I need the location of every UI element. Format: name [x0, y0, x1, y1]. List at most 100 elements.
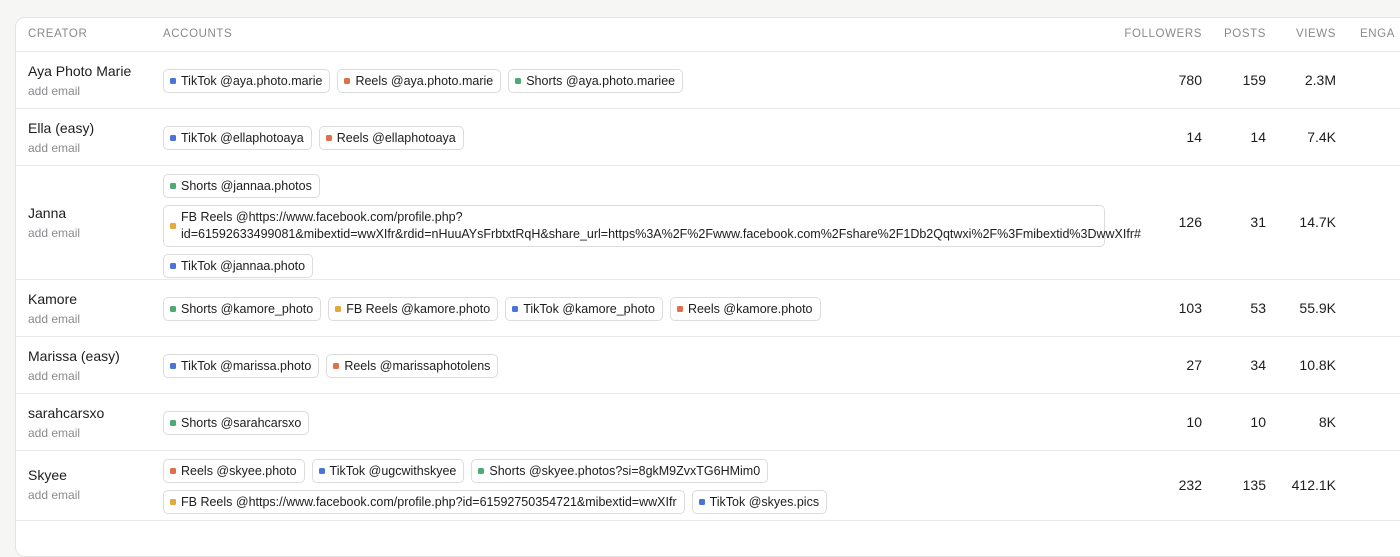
add-email-link[interactable]: add email: [28, 312, 80, 326]
views-value: 7.4K: [1307, 129, 1336, 145]
account-pill-tiktok[interactable]: TikTok @skyes.pics: [691, 490, 828, 514]
add-email-link[interactable]: add email: [28, 369, 120, 383]
followers-value: 103: [1178, 300, 1202, 316]
fbreels-platform-icon: [335, 306, 342, 312]
account-pill-fbreels[interactable]: FB Reels @kamore.photo: [328, 297, 499, 321]
posts-value: 14: [1250, 129, 1266, 145]
followers-value: 27: [1186, 357, 1202, 373]
creator-cell: Janna add email: [28, 205, 80, 240]
table-row[interactable]: Skyee add email Reels @skyee.photo TikTok @…: [16, 451, 1400, 521]
account-pill-shorts[interactable]: Shorts @sarahcarsxo: [163, 411, 310, 435]
posts-value: 31: [1250, 214, 1266, 230]
account-pill-reels[interactable]: Reels @marissaphotolens: [326, 354, 499, 378]
account-label: Reels @kamore.photo: [687, 302, 813, 316]
add-email-link[interactable]: add email: [28, 426, 104, 440]
account-pill-tiktok[interactable]: TikTok @jannaa.photo: [163, 254, 314, 278]
account-label: TikTok @marissa.photo: [181, 359, 312, 373]
table-header: CREATOR ACCOUNTS FOLLOWERS POSTS VIEWS E…: [16, 18, 1400, 52]
account-label: Shorts @jannaa.photos: [181, 179, 312, 193]
creator-cell: Marissa (easy) add email: [28, 348, 120, 383]
creator-name[interactable]: Kamore: [28, 291, 80, 307]
account-label: TikTok @ellaphotoaya: [181, 131, 304, 145]
views-value: 2.3M: [1304, 72, 1336, 88]
add-email-link[interactable]: add email: [28, 226, 80, 240]
column-header-followers[interactable]: FOLLOWERS: [1116, 28, 1202, 40]
table-row[interactable]: Marissa (easy) add email TikTok @marissa.p…: [16, 337, 1400, 394]
account-pill-fbreels[interactable]: FB Reels @https://www.facebook.com/profi…: [163, 205, 1141, 247]
account-pill-shorts[interactable]: Shorts @jannaa.photos: [163, 174, 320, 198]
creator-name[interactable]: Aya Photo Marie: [28, 63, 131, 79]
account-label: Reels @skyee.photo: [181, 464, 297, 478]
creator-name[interactable]: Ella (easy): [28, 120, 94, 136]
creator-cell: Kamore add email: [28, 291, 80, 326]
account-label: FB Reels @https://www.facebook.com/profi…: [181, 495, 677, 509]
column-header-creator[interactable]: CREATOR: [28, 28, 87, 40]
account-label: FB Reels @https://www.facebook.com/profi…: [181, 210, 1141, 241]
creator-name[interactable]: Marissa (easy): [28, 348, 120, 364]
account-pill-tiktok[interactable]: TikTok @aya.photo.marie: [163, 69, 331, 93]
followers-value: 14: [1186, 129, 1202, 145]
account-label: TikTok @kamore_photo: [523, 302, 655, 316]
column-header-accounts[interactable]: ACCOUNTS: [163, 28, 232, 40]
tiktok-platform-icon: [170, 78, 176, 84]
account-label: Shorts @sarahcarsxo: [181, 416, 302, 430]
account-pill-reels[interactable]: Reels @ellaphotoaya: [318, 126, 464, 150]
creators-table: CREATOR ACCOUNTS FOLLOWERS POSTS VIEWS E…: [15, 17, 1400, 557]
column-header-views[interactable]: VIEWS: [1276, 28, 1336, 40]
views-value: 8K: [1318, 414, 1336, 430]
table-row[interactable]: Janna add email Shorts @jannaa.photos FB Re…: [16, 166, 1400, 280]
tiktok-platform-icon: [318, 468, 325, 474]
account-pill-tiktok[interactable]: TikTok @kamore_photo: [505, 297, 663, 321]
creator-name[interactable]: Janna: [28, 205, 80, 221]
add-email-link[interactable]: add email: [28, 141, 94, 155]
accounts-cell: TikTok @marissa.photo Reels @marissaphoto…: [163, 354, 1109, 378]
reels-platform-icon: [170, 468, 176, 474]
account-pill-shorts[interactable]: Shorts @kamore_photo: [163, 297, 322, 321]
account-label: TikTok @skyes.pics: [709, 495, 820, 509]
reels-platform-icon: [676, 306, 683, 312]
creator-name[interactable]: Skyee: [28, 467, 80, 483]
shorts-platform-icon: [515, 78, 522, 84]
account-label: TikTok @ugcwithskyee: [329, 464, 457, 478]
tiktok-platform-icon: [512, 306, 519, 312]
account-pill-reels[interactable]: Reels @skyee.photo: [163, 459, 305, 483]
account-pill-tiktok[interactable]: TikTok @marissa.photo: [163, 354, 320, 378]
account-pill-fbreels[interactable]: FB Reels @https://www.facebook.com/profi…: [163, 490, 685, 514]
table-row[interactable]: sarahcarsxo add email Shorts @sarahcarsxo 1…: [16, 394, 1400, 451]
followers-value: 126: [1178, 214, 1202, 230]
account-pill-shorts[interactable]: Shorts @skyee.photos?si=8gkM9ZvxTG6HMim0: [471, 459, 769, 483]
posts-value: 53: [1250, 300, 1266, 316]
column-header-posts[interactable]: POSTS: [1206, 28, 1266, 40]
account-pill-tiktok[interactable]: TikTok @ellaphotoaya: [163, 126, 312, 150]
table-row[interactable]: Kamore add email Shorts @kamore_photo FB Re…: [16, 280, 1400, 337]
creator-cell: Aya Photo Marie add email: [28, 63, 131, 98]
creator-name[interactable]: sarahcarsxo: [28, 405, 104, 421]
fbreels-platform-icon: [170, 499, 176, 505]
account-pill-reels[interactable]: Reels @aya.photo.marie: [337, 69, 502, 93]
posts-value: 34: [1250, 357, 1266, 373]
account-label: Reels @ellaphotoaya: [336, 131, 456, 145]
column-header-engagement[interactable]: ENGA: [1360, 28, 1395, 40]
account-pill-reels[interactable]: Reels @kamore.photo: [669, 297, 821, 321]
account-label: Shorts @kamore_photo: [181, 302, 314, 316]
table-row[interactable]: Ella (easy) add email TikTok @ellaphotoaya…: [16, 109, 1400, 166]
shorts-platform-icon: [170, 420, 176, 426]
views-value: 55.9K: [1299, 300, 1336, 316]
account-label: Reels @aya.photo.marie: [355, 74, 494, 88]
add-email-link[interactable]: add email: [28, 84, 131, 98]
add-email-link[interactable]: add email: [28, 488, 80, 502]
account-pill-tiktok[interactable]: TikTok @ugcwithskyee: [311, 459, 465, 483]
table-row[interactable]: Aya Photo Marie add email TikTok @aya.phot…: [16, 52, 1400, 109]
reels-platform-icon: [325, 135, 332, 141]
account-pill-shorts[interactable]: Shorts @aya.photo.mariee: [508, 69, 684, 93]
views-value: 10.8K: [1299, 357, 1336, 373]
account-label: Reels @marissaphotolens: [344, 359, 491, 373]
accounts-cell: Shorts @kamore_photo FB Reels @kamore.pho…: [163, 297, 1109, 321]
shorts-platform-icon: [170, 306, 176, 312]
accounts-cell: TikTok @aya.photo.marie Reels @aya.photo.…: [163, 69, 1109, 93]
account-label: Shorts @aya.photo.mariee: [526, 74, 676, 88]
creator-cell: sarahcarsxo add email: [28, 405, 104, 440]
accounts-cell: Shorts @jannaa.photos FB Reels @https://w…: [163, 174, 1141, 278]
posts-value: 159: [1242, 72, 1266, 88]
shorts-platform-icon: [170, 183, 176, 189]
